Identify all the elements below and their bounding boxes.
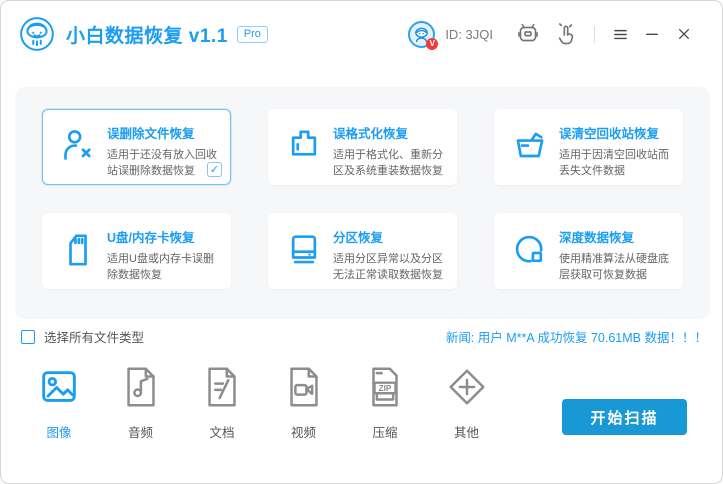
card-format-recovery[interactable]: 误格式化恢复 适用于格式化、重新分区及系统重装数据恢复 <box>268 109 457 185</box>
card-description: 适用于格式化、重新分区及系统重装数据恢复 <box>333 147 448 179</box>
card-description: 适用U盘或内存卡误删除数据恢复 <box>107 251 222 283</box>
card-partition-recovery[interactable]: 分区恢复 适用分区异常以及分区无法正常读取数据恢复 <box>268 213 457 289</box>
card-description: 适用于因清空回收站而丢失文件数据 <box>559 147 674 179</box>
filetype-label: 文档 <box>199 422 245 441</box>
card-description: 适用于还没有放入回收站误删除数据恢复 <box>107 147 222 179</box>
sd-card-icon <box>58 230 98 270</box>
recycle-basket-icon <box>510 126 550 166</box>
robot-icon[interactable] <box>516 22 540 46</box>
touch-pointer-icon[interactable] <box>554 22 578 46</box>
pro-badge: Pro <box>237 26 268 43</box>
filetype-image[interactable]: 图像 <box>36 364 82 441</box>
filetype-video[interactable]: 视频 <box>281 364 327 441</box>
app-window: 小白数据恢复 v1.1 Pro V ID: 3JQI <box>0 0 723 484</box>
filetype-other[interactable]: 其他 <box>444 364 490 441</box>
start-scan-button[interactable]: 开始扫描 <box>562 399 687 435</box>
minimize-icon[interactable] <box>641 23 663 45</box>
card-title: 误删除文件恢复 <box>107 123 222 142</box>
card-description: 适用分区异常以及分区无法正常读取数据恢复 <box>333 251 448 283</box>
card-text: 误格式化恢复 适用于格式化、重新分区及系统重装数据恢复 <box>333 121 448 176</box>
news-ticker: 新闻: 用户 M**A 成功恢复 70.61MB 数据！！！ <box>446 327 707 346</box>
filetype-label: 其他 <box>444 422 490 441</box>
card-title: U盘/内存卡恢复 <box>107 227 222 246</box>
card-deep-recovery[interactable]: 深度数据恢复 使用精准算法从硬盘底层获取可恢复数据 <box>494 213 683 289</box>
filetype-label: 图像 <box>36 422 82 441</box>
filetype-label: 压缩 <box>362 422 408 441</box>
card-title: 误格式化恢复 <box>333 123 448 142</box>
recovery-mode-panel: 误删除文件恢复 适用于还没有放入回收站误删除数据恢复 ✓ 误格式化恢复 适用于格… <box>15 87 710 319</box>
filetype-document[interactable]: 文档 <box>199 364 245 441</box>
card-text: 误清空回收站恢复 适用于因清空回收站而丢失文件数据 <box>559 121 674 176</box>
hard-drive-icon <box>284 230 324 270</box>
card-title: 分区恢复 <box>333 227 448 246</box>
card-recycle-bin-recovery[interactable]: 误清空回收站恢复 适用于因清空回收站而丢失文件数据 <box>494 109 683 185</box>
filetype-label: 视频 <box>281 422 327 441</box>
card-text: 深度数据恢复 使用精准算法从硬盘底层获取可恢复数据 <box>559 225 674 280</box>
title-bar: 小白数据恢复 v1.1 Pro V ID: 3JQI <box>1 1 722 67</box>
image-icon <box>36 364 82 410</box>
filetype-audio[interactable]: 音频 <box>118 364 164 441</box>
video-icon <box>281 364 327 410</box>
file-type-row: 图像 音频 文档 <box>36 364 525 441</box>
zip-icon: ZIP <box>362 364 408 410</box>
app-title: 小白数据恢复 v1.1 <box>66 21 228 48</box>
music-note-icon <box>118 364 164 410</box>
card-deleted-file-recovery[interactable]: 误删除文件恢复 适用于还没有放入回收站误删除数据恢复 ✓ <box>42 109 231 185</box>
zip-text: ZIP <box>379 384 392 393</box>
select-all-checkbox[interactable] <box>21 330 35 344</box>
avatar-v-badge: V <box>426 38 438 50</box>
select-all-row: 选择所有文件类型 新闻: 用户 M**A 成功恢复 70.61MB 数据！！！ <box>21 327 707 346</box>
app-logo-mascot-icon <box>17 14 57 54</box>
menu-icon[interactable] <box>609 23 631 45</box>
filetype-zip[interactable]: ZIP 压缩 <box>362 364 408 441</box>
card-title: 深度数据恢复 <box>559 227 674 246</box>
close-icon[interactable] <box>673 23 695 45</box>
card-title: 误清空回收站恢复 <box>559 123 674 142</box>
card-checkbox-checked[interactable]: ✓ <box>207 162 222 177</box>
card-text: 误删除文件恢复 适用于还没有放入回收站误删除数据恢复 <box>107 121 222 176</box>
titlebar-actions: V ID: 3JQI <box>408 21 700 48</box>
user-id: ID: 3JQI <box>445 27 493 42</box>
card-text: 分区恢复 适用分区异常以及分区无法正常读取数据恢复 <box>333 225 448 280</box>
card-usb-sdcard-recovery[interactable]: U盘/内存卡恢复 适用U盘或内存卡误删除数据恢复 <box>42 213 231 289</box>
format-stamp-icon <box>284 126 324 166</box>
filetype-label: 音频 <box>118 422 164 441</box>
deep-scan-icon <box>510 230 550 270</box>
select-all-label: 选择所有文件类型 <box>44 327 144 346</box>
card-description: 使用精准算法从硬盘底层获取可恢复数据 <box>559 251 674 283</box>
document-icon <box>199 364 245 410</box>
titlebar-divider <box>594 26 595 43</box>
card-text: U盘/内存卡恢复 适用U盘或内存卡误删除数据恢复 <box>107 225 222 280</box>
user-avatar[interactable]: V <box>408 21 435 48</box>
plus-diamond-icon <box>444 364 490 410</box>
user-x-icon <box>58 126 98 166</box>
